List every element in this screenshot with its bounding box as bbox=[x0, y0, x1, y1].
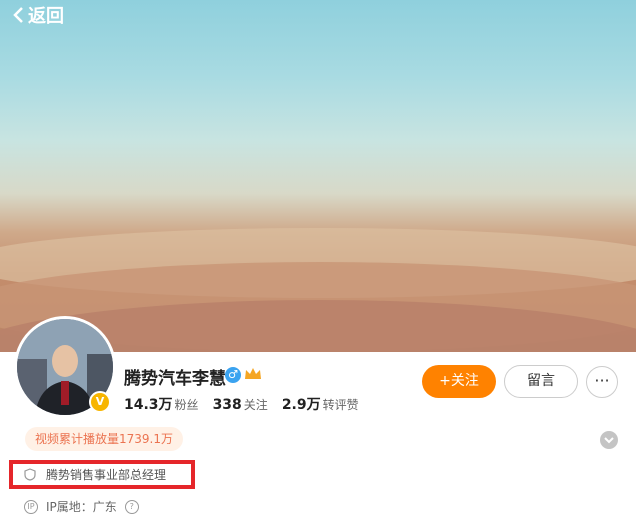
message-button[interactable]: 留言 bbox=[504, 365, 578, 398]
ip-location-row: IP IP属地：广东 ? bbox=[24, 498, 139, 515]
shield-icon bbox=[24, 468, 36, 481]
profile-name: 腾势汽车李慧 bbox=[124, 369, 226, 389]
back-label: 返回 bbox=[28, 6, 64, 27]
expand-button[interactable] bbox=[600, 431, 618, 449]
follow-button[interactable]: +关注 bbox=[422, 365, 496, 398]
male-icon: ♂ bbox=[225, 367, 241, 383]
ip-icon: IP bbox=[24, 499, 38, 514]
job-title-row: 腾势销售事业部总经理 bbox=[24, 466, 166, 483]
chevron-down-icon bbox=[604, 437, 614, 444]
video-plays-badge: 视频累计播放量1739.1万 bbox=[25, 427, 183, 451]
following-label: 关注 bbox=[243, 398, 268, 412]
likes-count[interactable]: 2.9万 bbox=[282, 394, 321, 414]
likes-label: 转评赞 bbox=[322, 398, 359, 412]
ip-location: IP属地：广东 bbox=[46, 500, 117, 514]
crown-icon bbox=[244, 366, 262, 386]
verified-badge-icon: V bbox=[89, 391, 111, 413]
help-icon[interactable]: ? bbox=[124, 499, 139, 514]
followers-count[interactable]: 14.3万 bbox=[124, 394, 173, 414]
chevron-left-icon bbox=[13, 7, 23, 23]
back-button[interactable]: 返回 bbox=[12, 2, 64, 28]
cover-banner bbox=[0, 0, 636, 352]
more-button[interactable]: ··· bbox=[586, 366, 618, 398]
following-count[interactable]: 338 bbox=[213, 397, 242, 413]
job-title: 腾势销售事业部总经理 bbox=[46, 468, 167, 482]
followers-label: 粉丝 bbox=[174, 398, 199, 412]
profile-stats: 14.3万 粉丝 338 关注 2.9万 转评赞 bbox=[124, 394, 373, 414]
